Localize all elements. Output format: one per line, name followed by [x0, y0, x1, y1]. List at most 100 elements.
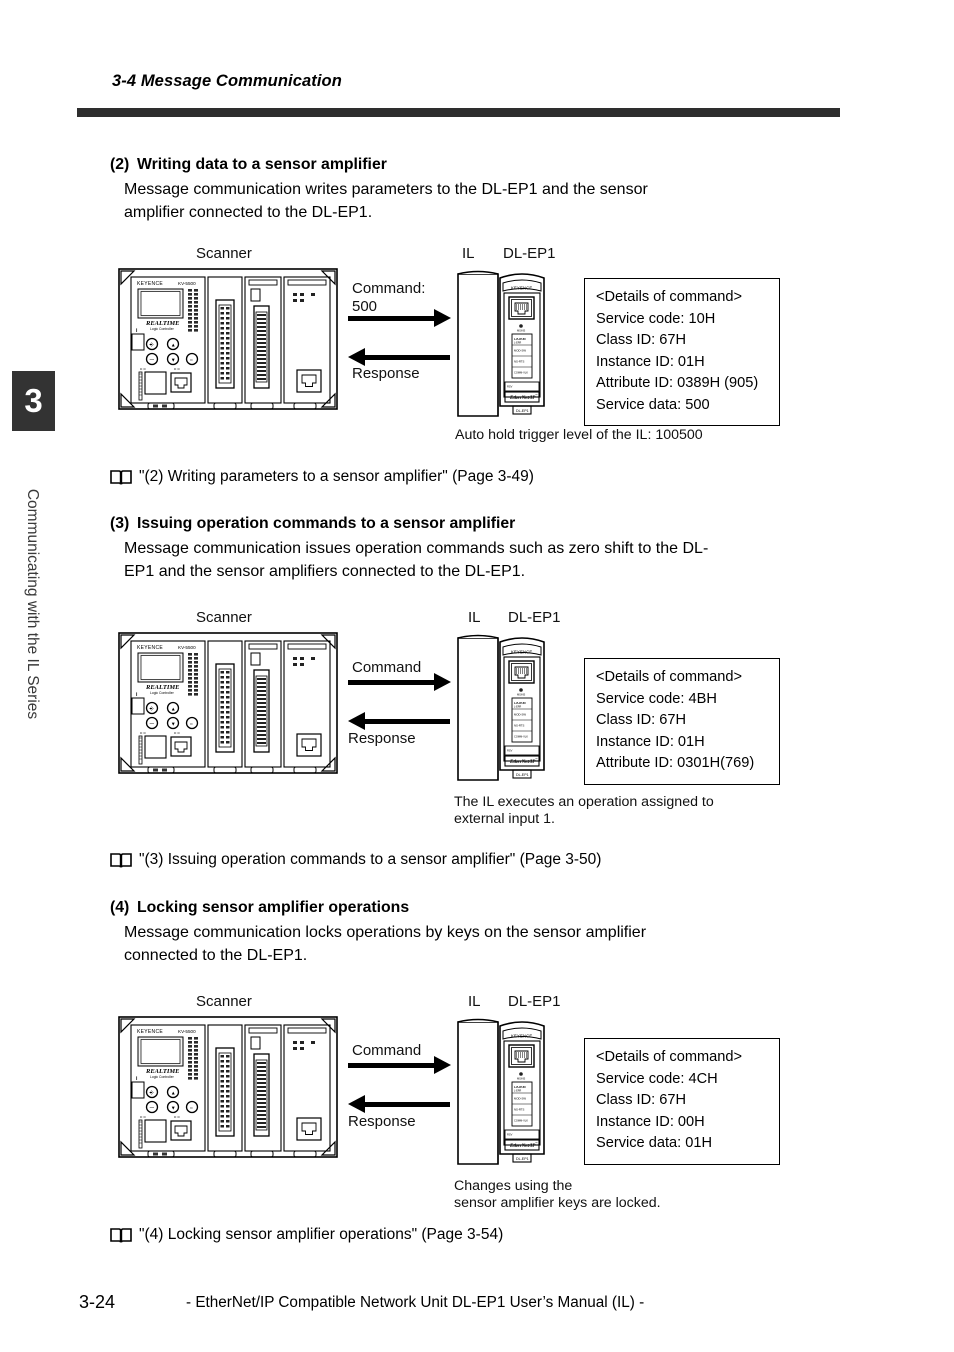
svg-text:RSV: RSV — [507, 1133, 513, 1137]
svg-text:REALTIME: REALTIME — [145, 684, 180, 691]
book-icon — [110, 852, 132, 869]
figure-1-caption: Auto hold trigger level of the IL: 10050… — [455, 427, 703, 444]
svg-text:•• ••: •• •• — [174, 367, 181, 371]
figure-3-details-row-1: Class ID: 67H — [596, 1092, 687, 1108]
svg-text:▲: ▲ — [171, 1090, 176, 1096]
section-4-body: Message communication locks operations b… — [124, 921, 838, 967]
figure-1-scanner-label: Scanner — [196, 245, 252, 262]
svg-text:⎆: ⎆ — [150, 706, 154, 712]
section-3-number: (3) — [110, 515, 130, 532]
figure-2-response-arrow-line — [365, 719, 450, 724]
figure-1-details-row-0: Service code: 10H — [596, 310, 716, 327]
svg-text:KEYENCE: KEYENCE — [511, 650, 532, 655]
svg-text:KEYENCE: KEYENCE — [137, 1029, 163, 1035]
reference-link-4-text: "(4) Locking sensor amplifier operations… — [139, 1226, 504, 1243]
figure-1-details-row-2: Instance ID: 01H — [596, 353, 705, 370]
il-dlep1-illustration: KEYENCE MS/NS L/A-RUN L-ERR MOD-SW NS-RT… — [455, 1014, 550, 1169]
figure-2-caption-line1: The IL executes an operation assigned to — [454, 794, 714, 810]
figure-1-details-row-4: Service data: 500 — [596, 396, 710, 413]
svg-text:○: ○ — [190, 357, 193, 363]
figure-3-details-row-2: Instance ID: 00H — [596, 1113, 705, 1130]
figure-2-scanner-label: Scanner — [196, 609, 252, 626]
svg-text:•• ••: •• •• — [174, 1115, 181, 1119]
chapter-side-text: Communicating with the IL Series — [24, 488, 41, 720]
svg-text:COMM-VLK: COMM-VLK — [514, 735, 528, 739]
figure-1-response-arrow-head — [348, 348, 365, 366]
svg-text:○: ○ — [190, 1105, 193, 1111]
svg-text:L/A-RUN: L/A-RUN — [514, 701, 526, 705]
reference-link-2-text: "(2) Writing parameters to a sensor ampl… — [139, 468, 534, 485]
section-4-title: Locking sensor amplifier operations — [137, 899, 410, 916]
svg-text:EtherNet/IP: EtherNet/IP — [509, 396, 536, 401]
scanner-illustration: KEYENCE KV-5500 REALTIME Logic Controlle… — [118, 632, 338, 782]
svg-text:▼: ▼ — [171, 1105, 176, 1111]
figure-2-command-label: Command — [352, 659, 422, 676]
svg-text:EtherNet/IP: EtherNet/IP — [509, 760, 536, 765]
reference-link-4[interactable]: "(4) Locking sensor amplifier operations… — [110, 1226, 503, 1244]
svg-text:Logic Controller: Logic Controller — [150, 691, 175, 695]
figure-2-details-row-2: Instance ID: 01H — [596, 733, 705, 750]
svg-text:▲: ▲ — [171, 706, 176, 712]
figure-2-dlep1-label: DL-EP1 — [508, 609, 561, 626]
figure-3-details-title: <Details of command> — [596, 1049, 743, 1065]
figure-2-response-label: Response — [348, 730, 416, 747]
section-3-body: Message communication issues operation c… — [124, 537, 838, 583]
section-4-number: (4) — [110, 899, 130, 916]
svg-text:DL-EP1: DL-EP1 — [516, 409, 529, 413]
scanner-illustration: KEYENCE KV-5500 REALTIME Logic Controlle… — [118, 268, 338, 418]
svg-text:○: ○ — [190, 721, 193, 727]
svg-text:MS/NS: MS/NS — [517, 1077, 525, 1081]
svg-text:™: ™ — [535, 758, 538, 761]
figure-1-details-row-3: Attribute ID: 0389H (905) — [596, 375, 759, 391]
figure-3-il-label: IL — [468, 993, 481, 1010]
footer-manual-title: - EtherNet/IP Compatible Network Unit DL… — [186, 1294, 645, 1311]
figure-3-command-label: Command — [352, 1042, 422, 1059]
svg-text:▼: ▼ — [171, 721, 176, 727]
figure-3-command-arrow-line — [348, 1063, 436, 1068]
svg-text:▲: ▲ — [171, 342, 176, 348]
section-2-body-last: amplifier connected to the DL-EP1. — [124, 204, 373, 221]
section-2-body-main: Message communication writes parameters … — [124, 181, 648, 198]
svg-text:•• ••: •• •• — [140, 731, 147, 735]
svg-text:─: ─ — [149, 721, 155, 727]
scanner-illustration: KEYENCE KV-5500 REALTIME Logic Controlle… — [118, 1016, 338, 1166]
svg-text:•• ••: •• •• — [140, 367, 147, 371]
svg-text:RSV: RSV — [507, 385, 513, 389]
svg-text:KEYENCE: KEYENCE — [137, 281, 163, 287]
chapter-tab-number: 3 — [12, 371, 55, 431]
svg-text:MOD-SW: MOD-SW — [514, 349, 526, 353]
figure-3-caption: Changes using the sensor amplifier keys … — [454, 1178, 661, 1212]
figure-1-response-arrow-line — [365, 355, 450, 360]
svg-text:L-ERR: L-ERR — [514, 1090, 521, 1093]
section-3-title: Issuing operation commands to a sensor a… — [137, 515, 516, 532]
figure-2-command-arrow-head — [434, 673, 451, 691]
svg-text:REALTIME: REALTIME — [145, 320, 180, 327]
svg-text:Logic Controller: Logic Controller — [150, 327, 175, 331]
figure-1-details-box: <Details of command> Service code: 10H C… — [584, 278, 780, 426]
svg-text:⎆: ⎆ — [150, 1090, 154, 1096]
svg-text:NS-RTS: NS-RTS — [514, 724, 524, 728]
il-dlep1-illustration: KEYENCE MS/NS L/A-RUN L-ERR MOD-SW NS-RT… — [455, 630, 550, 785]
svg-text:KV-5500: KV-5500 — [178, 1029, 196, 1034]
figure-3-scanner-label: Scanner — [196, 993, 252, 1010]
book-icon — [110, 1227, 132, 1244]
il-dlep1-illustration: KEYENCE MS/NS L/A-RUN L-ERR MOD-SW NS-RT… — [455, 266, 550, 421]
figure-1-command-arrow-head — [434, 309, 451, 327]
svg-text:─: ─ — [149, 357, 155, 363]
svg-text:•• ••: •• •• — [140, 1115, 147, 1119]
svg-text:REALTIME: REALTIME — [145, 1068, 180, 1075]
figure-3-command-arrow-head — [434, 1056, 451, 1074]
svg-text:NS-RTS: NS-RTS — [514, 1108, 524, 1112]
section-3-body-main: Message communication issues operation c… — [124, 540, 709, 557]
figure-2-caption: The IL executes an operation assigned to… — [454, 794, 714, 828]
section-2-heading: (2) Writing data to a sensor amplifier — [110, 156, 387, 174]
svg-text:DL-EP1: DL-EP1 — [516, 773, 529, 777]
reference-link-3[interactable]: "(3) Issuing operation commands to a sen… — [110, 851, 601, 869]
reference-link-2[interactable]: "(2) Writing parameters to a sensor ampl… — [110, 468, 534, 486]
running-head: 3-4 Message Communication — [112, 72, 342, 90]
section-2-body: Message communication writes parameters … — [124, 178, 838, 224]
svg-text:⎆: ⎆ — [150, 342, 154, 348]
svg-text:KEYENCE: KEYENCE — [511, 1034, 532, 1039]
section-4-heading: (4) Locking sensor amplifier operations — [110, 899, 409, 917]
svg-text:MS/NS: MS/NS — [517, 693, 525, 697]
